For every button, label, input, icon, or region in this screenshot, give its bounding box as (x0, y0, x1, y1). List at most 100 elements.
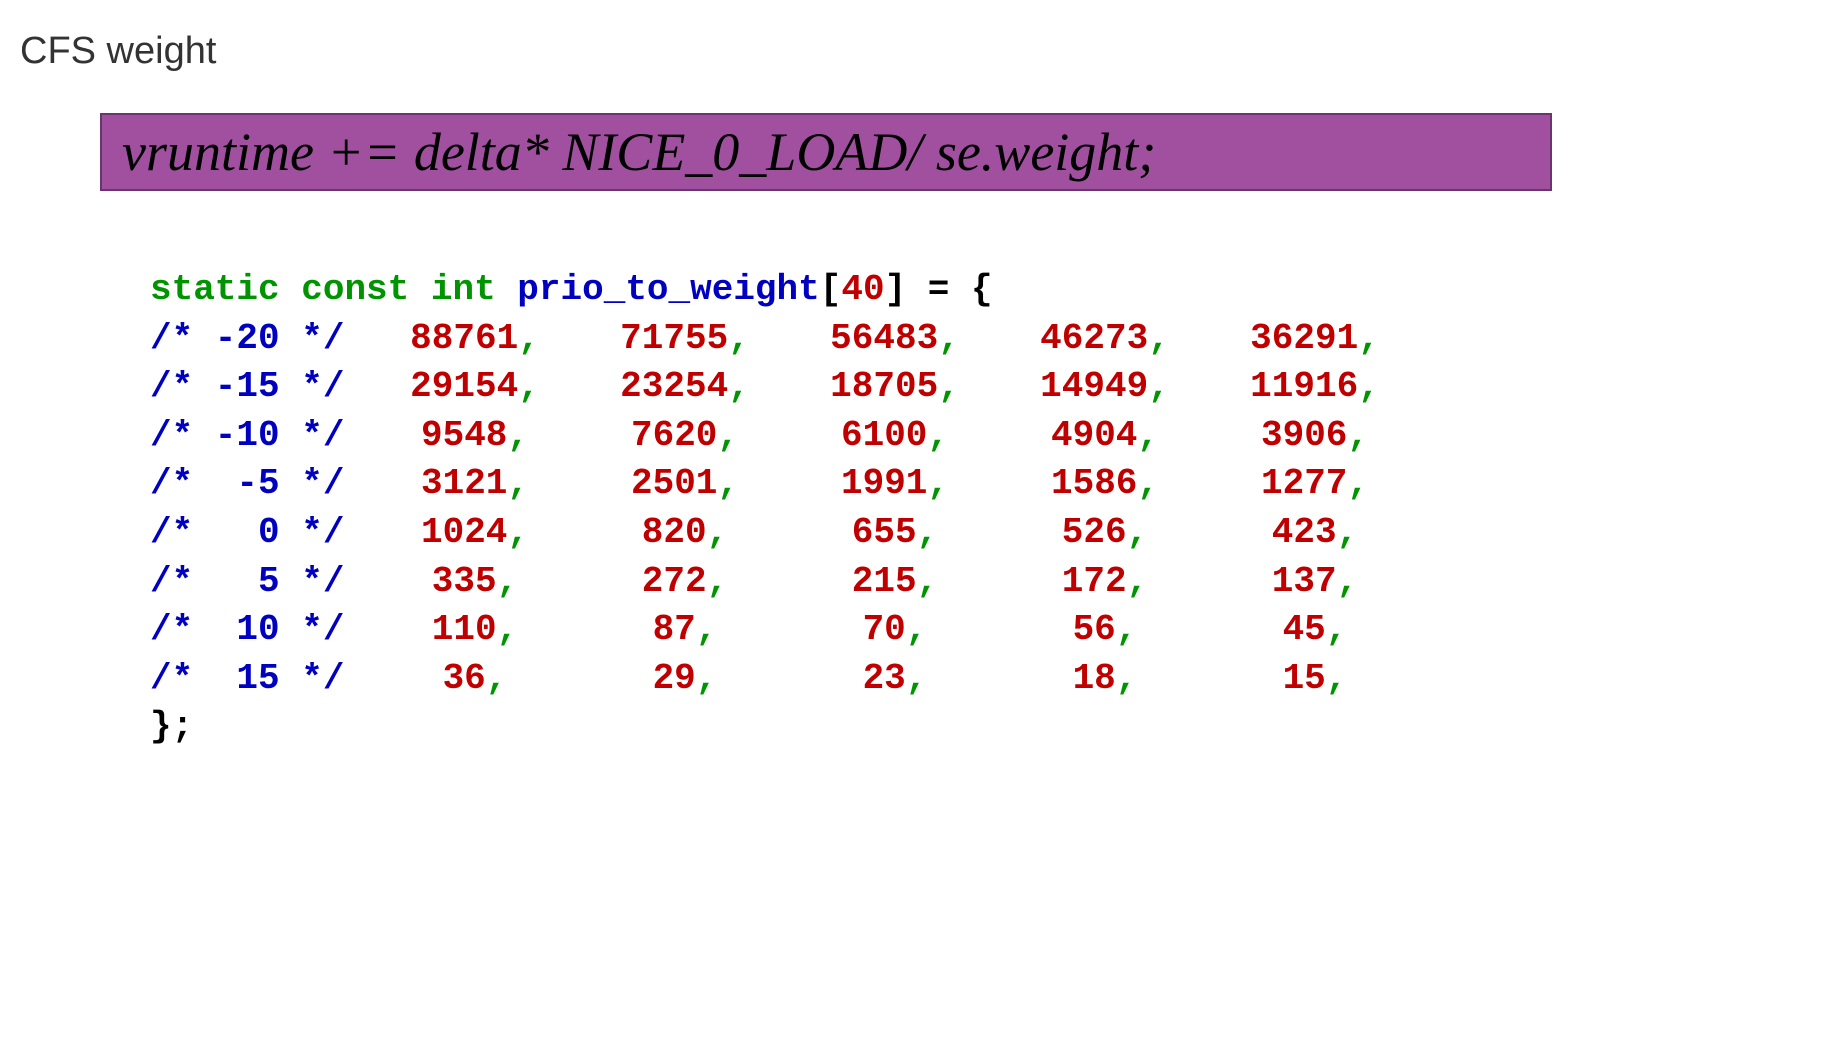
code-value: 9548 (421, 415, 507, 456)
comma: , (917, 561, 939, 602)
comma: , (696, 609, 718, 650)
code-value-cell: 1024, (370, 509, 580, 558)
code-value-cell: 820, (580, 509, 790, 558)
code-value-cell: 71755, (580, 315, 790, 364)
comma: , (1148, 318, 1170, 359)
kw-const: const (301, 269, 409, 310)
code-value-cell: 70, (790, 606, 1000, 655)
code-value: 36 (443, 658, 486, 699)
comma: , (927, 415, 949, 456)
code-value: 1991 (841, 463, 927, 504)
code-value-cell: 45, (1210, 606, 1420, 655)
comma: , (1326, 609, 1348, 650)
code-value: 11916 (1250, 366, 1358, 407)
code-value: 3121 (421, 463, 507, 504)
code-value-cell: 526, (1000, 509, 1210, 558)
code-value: 3906 (1261, 415, 1347, 456)
bracket-open: [ (820, 269, 842, 310)
code-value: 18 (1073, 658, 1116, 699)
code-value: 23 (863, 658, 906, 699)
comma: , (1127, 561, 1149, 602)
comma: , (1337, 561, 1359, 602)
code-value-cell: 36291, (1210, 315, 1420, 364)
comma: , (1148, 366, 1170, 407)
code-value: 56 (1073, 609, 1116, 650)
code-value: 56483 (830, 318, 938, 359)
code-value: 423 (1272, 512, 1337, 553)
code-value: 110 (432, 609, 497, 650)
code-value-cell: 655, (790, 509, 1000, 558)
code-value: 335 (432, 561, 497, 602)
comma: , (938, 318, 960, 359)
comma: , (1116, 609, 1138, 650)
comma: , (1347, 415, 1369, 456)
code-comment: /* 0 */ (150, 509, 370, 558)
code-comment: /* -20 */ (150, 315, 370, 364)
code-value-cell: 9548, (370, 412, 580, 461)
code-row: /* -10 */9548,7620,6100,4904,3906, (150, 412, 1802, 461)
code-value-cell: 88761, (370, 315, 580, 364)
page-title: CFS weight (20, 30, 1802, 73)
code-value: 137 (1272, 561, 1337, 602)
code-value-cell: 14949, (1000, 363, 1210, 412)
code-block: static const int prio_to_weight[40] = { … (150, 266, 1802, 752)
code-value-cell: 272, (580, 558, 790, 607)
comma: , (906, 609, 928, 650)
code-value-cell: 1586, (1000, 460, 1210, 509)
comma: , (728, 366, 750, 407)
comma: , (518, 318, 540, 359)
array-size: 40 (841, 269, 884, 310)
code-value-cell: 3121, (370, 460, 580, 509)
comma: , (507, 415, 529, 456)
code-value: 14949 (1040, 366, 1148, 407)
code-value-cell: 1277, (1210, 460, 1420, 509)
code-value-cell: 36, (370, 655, 580, 704)
brace-close: }; (150, 706, 193, 747)
comma: , (696, 658, 718, 699)
comma: , (1358, 318, 1380, 359)
comma: , (497, 561, 519, 602)
code-value: 7620 (631, 415, 717, 456)
code-value-cell: 172, (1000, 558, 1210, 607)
comma: , (497, 609, 519, 650)
code-value-cell: 56483, (790, 315, 1000, 364)
formula-text: vruntime += delta* NICE_0_LOAD/ se.weigh… (122, 121, 1530, 183)
code-comment: /* -10 */ (150, 412, 370, 461)
code-value: 215 (852, 561, 917, 602)
code-value: 36291 (1250, 318, 1358, 359)
code-comment: /* 5 */ (150, 558, 370, 607)
code-value-cell: 6100, (790, 412, 1000, 461)
code-value-cell: 215, (790, 558, 1000, 607)
code-row: /* 10 */110,87,70,56,45, (150, 606, 1802, 655)
code-value-cell: 23, (790, 655, 1000, 704)
comma: , (927, 463, 949, 504)
comma: , (1116, 658, 1138, 699)
code-value-cell: 18, (1000, 655, 1210, 704)
code-value: 172 (1062, 561, 1127, 602)
code-value: 526 (1062, 512, 1127, 553)
code-value: 18705 (830, 366, 938, 407)
kw-int: int (431, 269, 496, 310)
comma: , (1127, 512, 1149, 553)
code-value-cell: 2501, (580, 460, 790, 509)
code-value-cell: 29, (580, 655, 790, 704)
comma: , (507, 512, 529, 553)
code-value-cell: 423, (1210, 509, 1420, 558)
comma: , (938, 366, 960, 407)
code-value-cell: 29154, (370, 363, 580, 412)
code-value-cell: 18705, (790, 363, 1000, 412)
code-declaration: static const int prio_to_weight[40] = { (150, 266, 1802, 315)
comma: , (1358, 366, 1380, 407)
code-value-cell: 7620, (580, 412, 790, 461)
comma: , (906, 658, 928, 699)
code-value: 1024 (421, 512, 507, 553)
comma: , (717, 415, 739, 456)
comma: , (518, 366, 540, 407)
code-value: 23254 (620, 366, 728, 407)
code-value-cell: 335, (370, 558, 580, 607)
code-value: 655 (852, 512, 917, 553)
code-value-cell: 110, (370, 606, 580, 655)
code-value-cell: 1991, (790, 460, 1000, 509)
code-row: /* -20 */88761,71755,56483,46273,36291, (150, 315, 1802, 364)
kw-static: static (150, 269, 280, 310)
